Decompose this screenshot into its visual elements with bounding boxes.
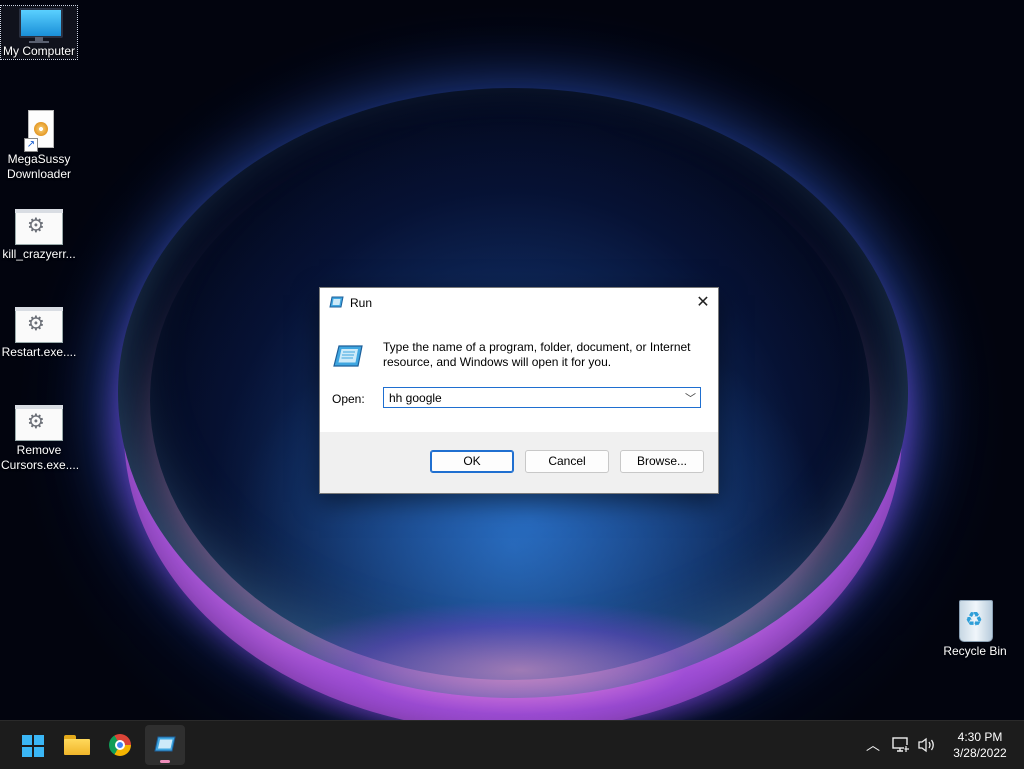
volume-icon[interactable]: [917, 737, 937, 753]
chrome-button[interactable]: [100, 725, 140, 765]
installer-shortcut-icon: ↗: [24, 110, 54, 152]
clock-date: 3/28/2022: [953, 746, 1007, 760]
desktop-icon-kill-crazyerr[interactable]: ⚙ kill_crazyerr...: [1, 209, 77, 262]
dialog-title: Run: [350, 296, 373, 310]
open-input[interactable]: [384, 388, 685, 407]
file-explorer-button[interactable]: [56, 725, 96, 765]
desktop-icon-megasussy-downloader[interactable]: ↗ MegaSussy Downloader: [1, 110, 77, 182]
application-gear-icon: ⚙: [15, 209, 63, 245]
desktop-icon-label: Recycle Bin: [943, 644, 1007, 658]
close-button[interactable]: ✕: [688, 288, 718, 318]
chevron-up-icon[interactable]: ︿: [862, 721, 884, 769]
desktop-icon-label: MegaSussy Downloader: [6, 152, 72, 181]
application-gear-icon: ⚙: [15, 405, 63, 441]
system-clock[interactable]: 4:30 PM 3/28/2022: [940, 729, 1020, 761]
dialog-message: Type the name of a program, folder, docu…: [383, 340, 691, 369]
run-dialog: Run ✕ Type the name of a program, folder…: [319, 287, 719, 494]
ok-button[interactable]: OK: [430, 450, 514, 473]
run-icon: [154, 736, 176, 752]
recycle-bin-icon: ♻: [956, 598, 994, 642]
network-icon[interactable]: [892, 737, 910, 753]
dialog-footer: OK Cancel Browse...: [320, 432, 718, 493]
browse-button[interactable]: Browse...: [620, 450, 704, 473]
desktop-icon-remove-cursors[interactable]: ⚙ Remove Cursors.exe....: [1, 405, 80, 473]
taskbar: ︿ 4:30 PM 3/28/2022: [0, 720, 1024, 769]
close-icon: ✕: [696, 294, 710, 311]
run-icon: [333, 345, 363, 367]
desktop-icon-restart-exe[interactable]: ⚙ Restart.exe....: [1, 307, 77, 360]
chrome-icon: [109, 734, 131, 756]
application-gear-icon: ⚙: [15, 307, 63, 343]
active-indicator: [160, 760, 170, 763]
start-button[interactable]: [12, 725, 52, 765]
file-explorer-icon: [64, 735, 90, 755]
open-combobox[interactable]: ﹀: [383, 387, 701, 408]
start-icon: [22, 735, 44, 757]
computer-icon: [17, 6, 63, 43]
desktop-icon-recycle-bin[interactable]: ♻ Recycle Bin: [937, 598, 1013, 659]
title-bar[interactable]: Run ✕: [320, 288, 718, 318]
clock-time: 4:30 PM: [957, 730, 1003, 744]
desktop-icon-label: My Computer: [2, 44, 76, 58]
desktop-icon-label: Restart.exe....: [1, 345, 77, 359]
desktop-icon-label: kill_crazyerr...: [2, 247, 76, 261]
chevron-down-icon[interactable]: ﹀: [685, 390, 696, 406]
run-icon: [329, 296, 344, 308]
open-label: Open:: [332, 392, 365, 406]
desktop-icon-my-computer[interactable]: My Computer: [0, 5, 78, 60]
run-taskbar-button[interactable]: [145, 725, 185, 765]
desktop-icon-label: Remove Cursors.exe....: [1, 443, 80, 472]
cancel-button[interactable]: Cancel: [525, 450, 609, 473]
